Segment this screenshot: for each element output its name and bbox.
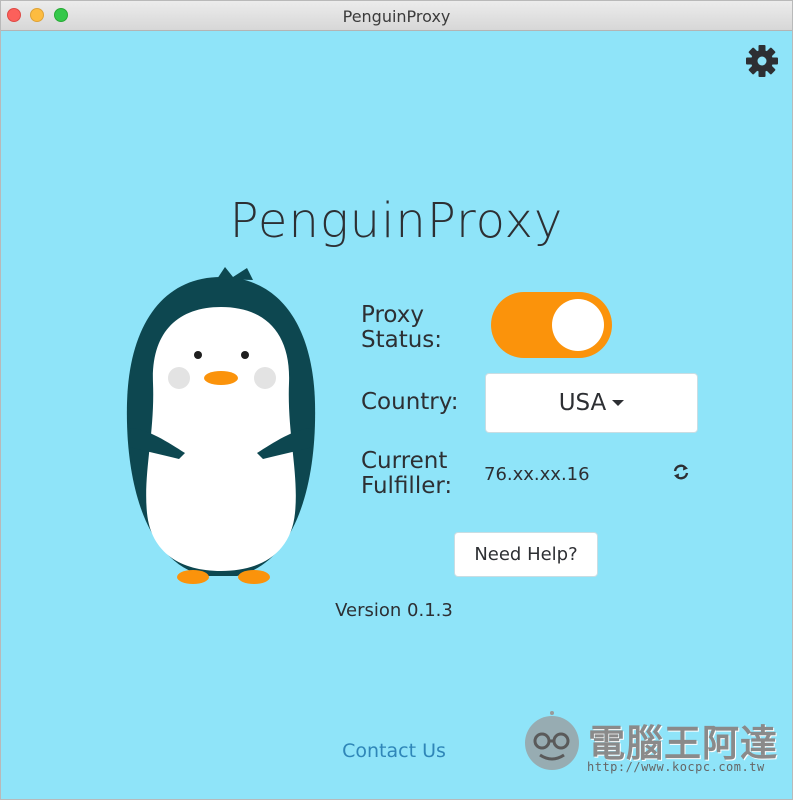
refresh-button[interactable]	[671, 462, 691, 482]
title-bar[interactable]: PenguinProxy	[1, 1, 792, 31]
country-select[interactable]: USA	[485, 373, 698, 433]
settings-button[interactable]	[743, 42, 781, 80]
proxy-status-label: Proxy Status:	[361, 302, 443, 353]
country-label: Country:	[361, 389, 459, 415]
current-fulfiller-value: 76.xx.xx.16	[484, 464, 590, 485]
proxy-status-toggle[interactable]	[491, 292, 612, 358]
watermark-mascot-icon	[525, 711, 579, 770]
caret-down-icon	[612, 400, 625, 406]
watermark-title: 電腦王阿達	[588, 722, 778, 765]
version-text: Version 0.1.3	[335, 600, 453, 621]
watermark: 電腦王阿達 http://www.kocpc.com.tw	[521, 709, 783, 781]
app-title: PenguinProxy	[229, 193, 564, 249]
country-selected-value: USA	[558, 390, 607, 416]
toggle-knob	[552, 299, 604, 351]
refresh-icon	[673, 464, 689, 480]
need-help-button[interactable]: Need Help?	[454, 532, 598, 577]
watermark-url: http://www.kocpc.com.tw	[587, 760, 765, 774]
window-title: PenguinProxy	[342, 7, 451, 26]
app-window: PenguinProxy PenguinProxy Proxy Status: …	[0, 0, 793, 800]
current-fulfiller-label: Current Fulfiller:	[361, 448, 453, 499]
gear-icon	[746, 45, 778, 77]
penguin-logo	[126, 267, 316, 584]
